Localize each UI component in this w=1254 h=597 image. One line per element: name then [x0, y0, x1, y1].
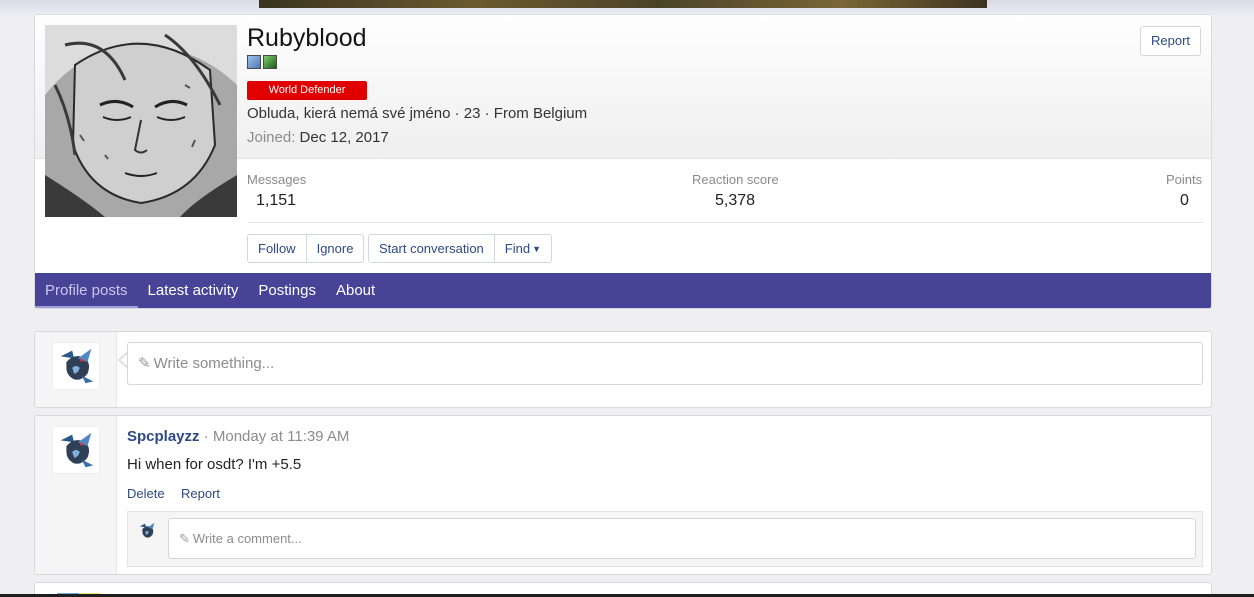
points-label: Points [1166, 172, 1203, 187]
tab-latest-activity[interactable]: Latest activity [138, 273, 249, 308]
tab-postings[interactable]: Postings [248, 273, 326, 308]
pencil-icon: ✎ [138, 355, 151, 372]
conversation-find-group: Start conversation Find ▼ [368, 234, 552, 263]
find-button[interactable]: Find ▼ [493, 235, 551, 262]
caret-down-icon: ▼ [532, 244, 541, 254]
find-label: Find [504, 241, 531, 256]
write-comment-placeholder: Write a comment... [192, 531, 302, 546]
messages-count[interactable]: 1,151 [256, 192, 296, 210]
profile-post-composer: ✎ Write something... [34, 331, 1212, 408]
stats-divider [247, 222, 1204, 223]
green-badge-icon [263, 55, 277, 69]
badge-row [247, 55, 277, 69]
profile-blurb: Obluda, kierá nemá své jméno · 23 · From… [247, 105, 588, 122]
delete-link[interactable]: Delete [127, 486, 165, 501]
follow-ignore-group: Follow Ignore [247, 234, 365, 263]
blue-badge-icon [247, 55, 261, 69]
header-banner-image [259, 0, 987, 8]
profile-card: Rubyblood World Defender Obluda, kierá n… [34, 14, 1212, 309]
points-value[interactable]: 0 [1180, 192, 1189, 210]
post-timestamp[interactable]: Monday at 11:39 AM [213, 428, 349, 445]
joined-date: Dec 12, 2017 [299, 129, 389, 146]
joined-label: Joined: [247, 129, 296, 146]
write-comment-input[interactable]: ✎ Write a comment... [168, 518, 1196, 559]
comment-user-avatar[interactable] [136, 520, 158, 542]
start-conversation-button[interactable]: Start conversation [369, 235, 494, 262]
pencil-icon: ✎ [179, 531, 190, 546]
joined-line: Joined: Dec 12, 2017 [247, 129, 389, 146]
comment-area: ✎ Write a comment... [127, 511, 1203, 567]
post-report-link[interactable]: Report [181, 486, 220, 501]
profile-post: Spcplayzz · Monday at 11:39 AM Hi when f… [34, 415, 1212, 575]
follow-button[interactable]: Follow [248, 235, 306, 262]
post-body: Hi when for osdt? I'm +5.5 [127, 456, 302, 473]
post-separator: · [199, 428, 213, 445]
messages-label: Messages [247, 172, 307, 187]
profile-avatar[interactable] [45, 25, 237, 217]
write-something-placeholder: Write something... [153, 355, 275, 372]
post-header: Spcplayzz · Monday at 11:39 AM [127, 428, 349, 445]
reaction-score-value[interactable]: 5,378 [715, 192, 755, 210]
post-author-avatar[interactable] [52, 426, 100, 474]
tab-profile-posts[interactable]: Profile posts [35, 273, 138, 308]
post-author-link[interactable]: Spcplayzz [127, 428, 200, 445]
user-title-banner: World Defender [247, 81, 367, 100]
reaction-score-label: Reaction score [692, 172, 779, 187]
tab-about[interactable]: About [326, 273, 385, 308]
profile-report-button[interactable]: Report [1140, 26, 1201, 56]
ignore-button[interactable]: Ignore [305, 235, 364, 262]
profile-tabs: Profile posts Latest activity Postings A… [35, 273, 1211, 308]
current-user-avatar[interactable] [52, 342, 100, 390]
profile-username: Rubyblood [247, 24, 367, 52]
write-something-input[interactable]: ✎ Write something... [127, 342, 1203, 385]
